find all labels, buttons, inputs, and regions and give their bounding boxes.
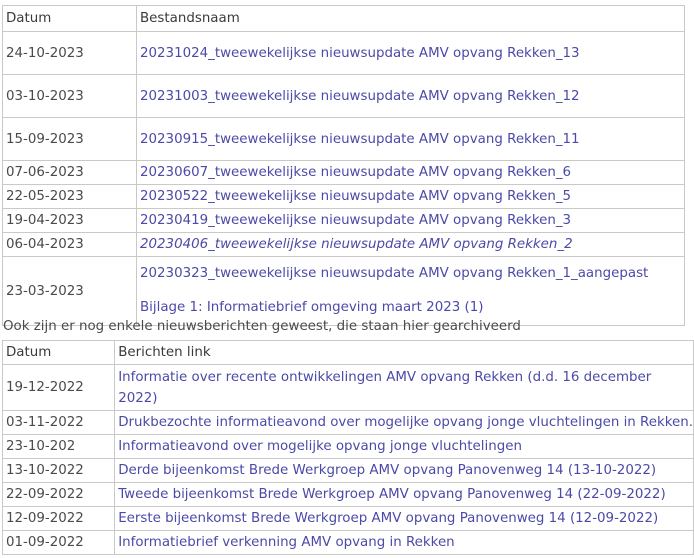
archive-note: Ook zijn er nog enkele nieuwsberichten g…: [3, 319, 521, 334]
file-link[interactable]: 20231003_tweewekelijkse nieuwsupdate AMV…: [140, 89, 580, 104]
table-row: 23-03-2023 20230323_tweewekelijkse nieuw…: [2, 256, 685, 326]
table-row: 19-04-2023 20230419_tweewekelijkse nieuw…: [2, 208, 685, 233]
news-link[interactable]: Informatiebrief verkenning AMV opvang in…: [118, 535, 454, 550]
table-row: 01-09-2022 Informatiebrief verkenning AM…: [1, 530, 694, 555]
column-header-filename: Bestandsnaam: [136, 5, 685, 32]
news-link[interactable]: Informatie over recente ontwikkelingen A…: [118, 370, 651, 385]
table-header-row: Datum Bestandsnaam: [2, 5, 685, 32]
table-row: 07-06-2023 20230607_tweewekelijkse nieuw…: [2, 160, 685, 185]
table-row: 24-10-2023 20231024_tweewekelijkse nieuw…: [2, 31, 685, 75]
table-row: 23-10-202 Informatieavond over mogelijke…: [1, 434, 694, 459]
date-cell: 15-09-2023: [2, 117, 137, 161]
news-link[interactable]: Drukbezochte informatieavond over mogeli…: [118, 415, 692, 430]
date-cell: 07-06-2023: [2, 160, 137, 185]
news-link[interactable]: Tweede bijeenkomst Brede Werkgroep AMV o…: [118, 487, 665, 502]
table-row: 22-09-2022 Tweede bijeenkomst Brede Werk…: [1, 482, 694, 507]
table-row: 03-10-2023 20231003_tweewekelijkse nieuw…: [2, 74, 685, 118]
column-header-date: Datum: [2, 5, 137, 32]
date-cell: 22-09-2022: [1, 482, 116, 507]
date-cell: 01-09-2022: [1, 530, 116, 555]
date-cell: 19-04-2023: [2, 208, 137, 233]
column-header-link: Berichten link: [114, 340, 694, 365]
table-row: 12-09-2022 Eerste bijeenkomst Brede Werk…: [1, 506, 694, 531]
table-row: 19-12-2022 Informatie over recente ontwi…: [1, 364, 694, 411]
date-cell: 23-03-2023: [2, 256, 137, 326]
column-header-date: Datum: [1, 340, 116, 365]
table-row: 03-11-2022 Drukbezochte informatieavond …: [1, 410, 694, 435]
date-cell: 24-10-2023: [2, 31, 137, 75]
file-link[interactable]: 20231024_tweewekelijkse nieuwsupdate AMV…: [140, 46, 580, 61]
table-row: 15-09-2023 20230915_tweewekelijkse nieuw…: [2, 117, 685, 161]
file-link[interactable]: 20230607_tweewekelijkse nieuwsupdate AMV…: [140, 165, 571, 180]
date-cell: 13-10-2022: [1, 458, 116, 483]
table-row: 13-10-2022 Derde bijeenkomst Brede Werkg…: [1, 458, 694, 483]
file-link[interactable]: 20230323_tweewekelijkse nieuwsupdate AMV…: [140, 266, 648, 281]
date-cell: 22-05-2023: [2, 184, 137, 209]
date-cell: 03-11-2022: [1, 410, 116, 435]
date-cell: 03-10-2023: [2, 74, 137, 118]
news-link[interactable]: Informatieavond over mogelijke opvang jo…: [118, 439, 522, 454]
date-cell: 23-10-202: [1, 434, 116, 459]
table-row: 06-04-2023 20230406_tweewekelijkse nieuw…: [2, 232, 685, 257]
files-table: Datum Bestandsnaam 24-10-2023 20231024_t…: [2, 5, 685, 326]
file-link[interactable]: 20230522_tweewekelijkse nieuwsupdate AMV…: [140, 189, 571, 204]
table-row: 22-05-2023 20230522_tweewekelijkse nieuw…: [2, 184, 685, 209]
date-cell: 12-09-2022: [1, 506, 116, 531]
date-cell: 19-12-2022: [1, 364, 116, 411]
news-table: Datum Berichten link 19-12-2022 Informat…: [1, 340, 694, 555]
file-link[interactable]: 20230406_tweewekelijkse nieuwsupdate AMV…: [140, 237, 573, 252]
file-link[interactable]: 20230419_tweewekelijkse nieuwsupdate AMV…: [140, 213, 571, 228]
news-link[interactable]: Eerste bijeenkomst Brede Werkgroep AMV o…: [118, 511, 658, 526]
news-link[interactable]: Derde bijeenkomst Brede Werkgroep AMV op…: [118, 463, 656, 478]
news-link-continued[interactable]: 2022): [118, 391, 157, 406]
date-cell: 06-04-2023: [2, 232, 137, 257]
file-link[interactable]: 20230915_tweewekelijkse nieuwsupdate AMV…: [140, 132, 580, 147]
attachment-link[interactable]: Bijlage 1: Informatiebrief omgeving maar…: [140, 300, 483, 315]
table-header-row: Datum Berichten link: [1, 340, 694, 365]
